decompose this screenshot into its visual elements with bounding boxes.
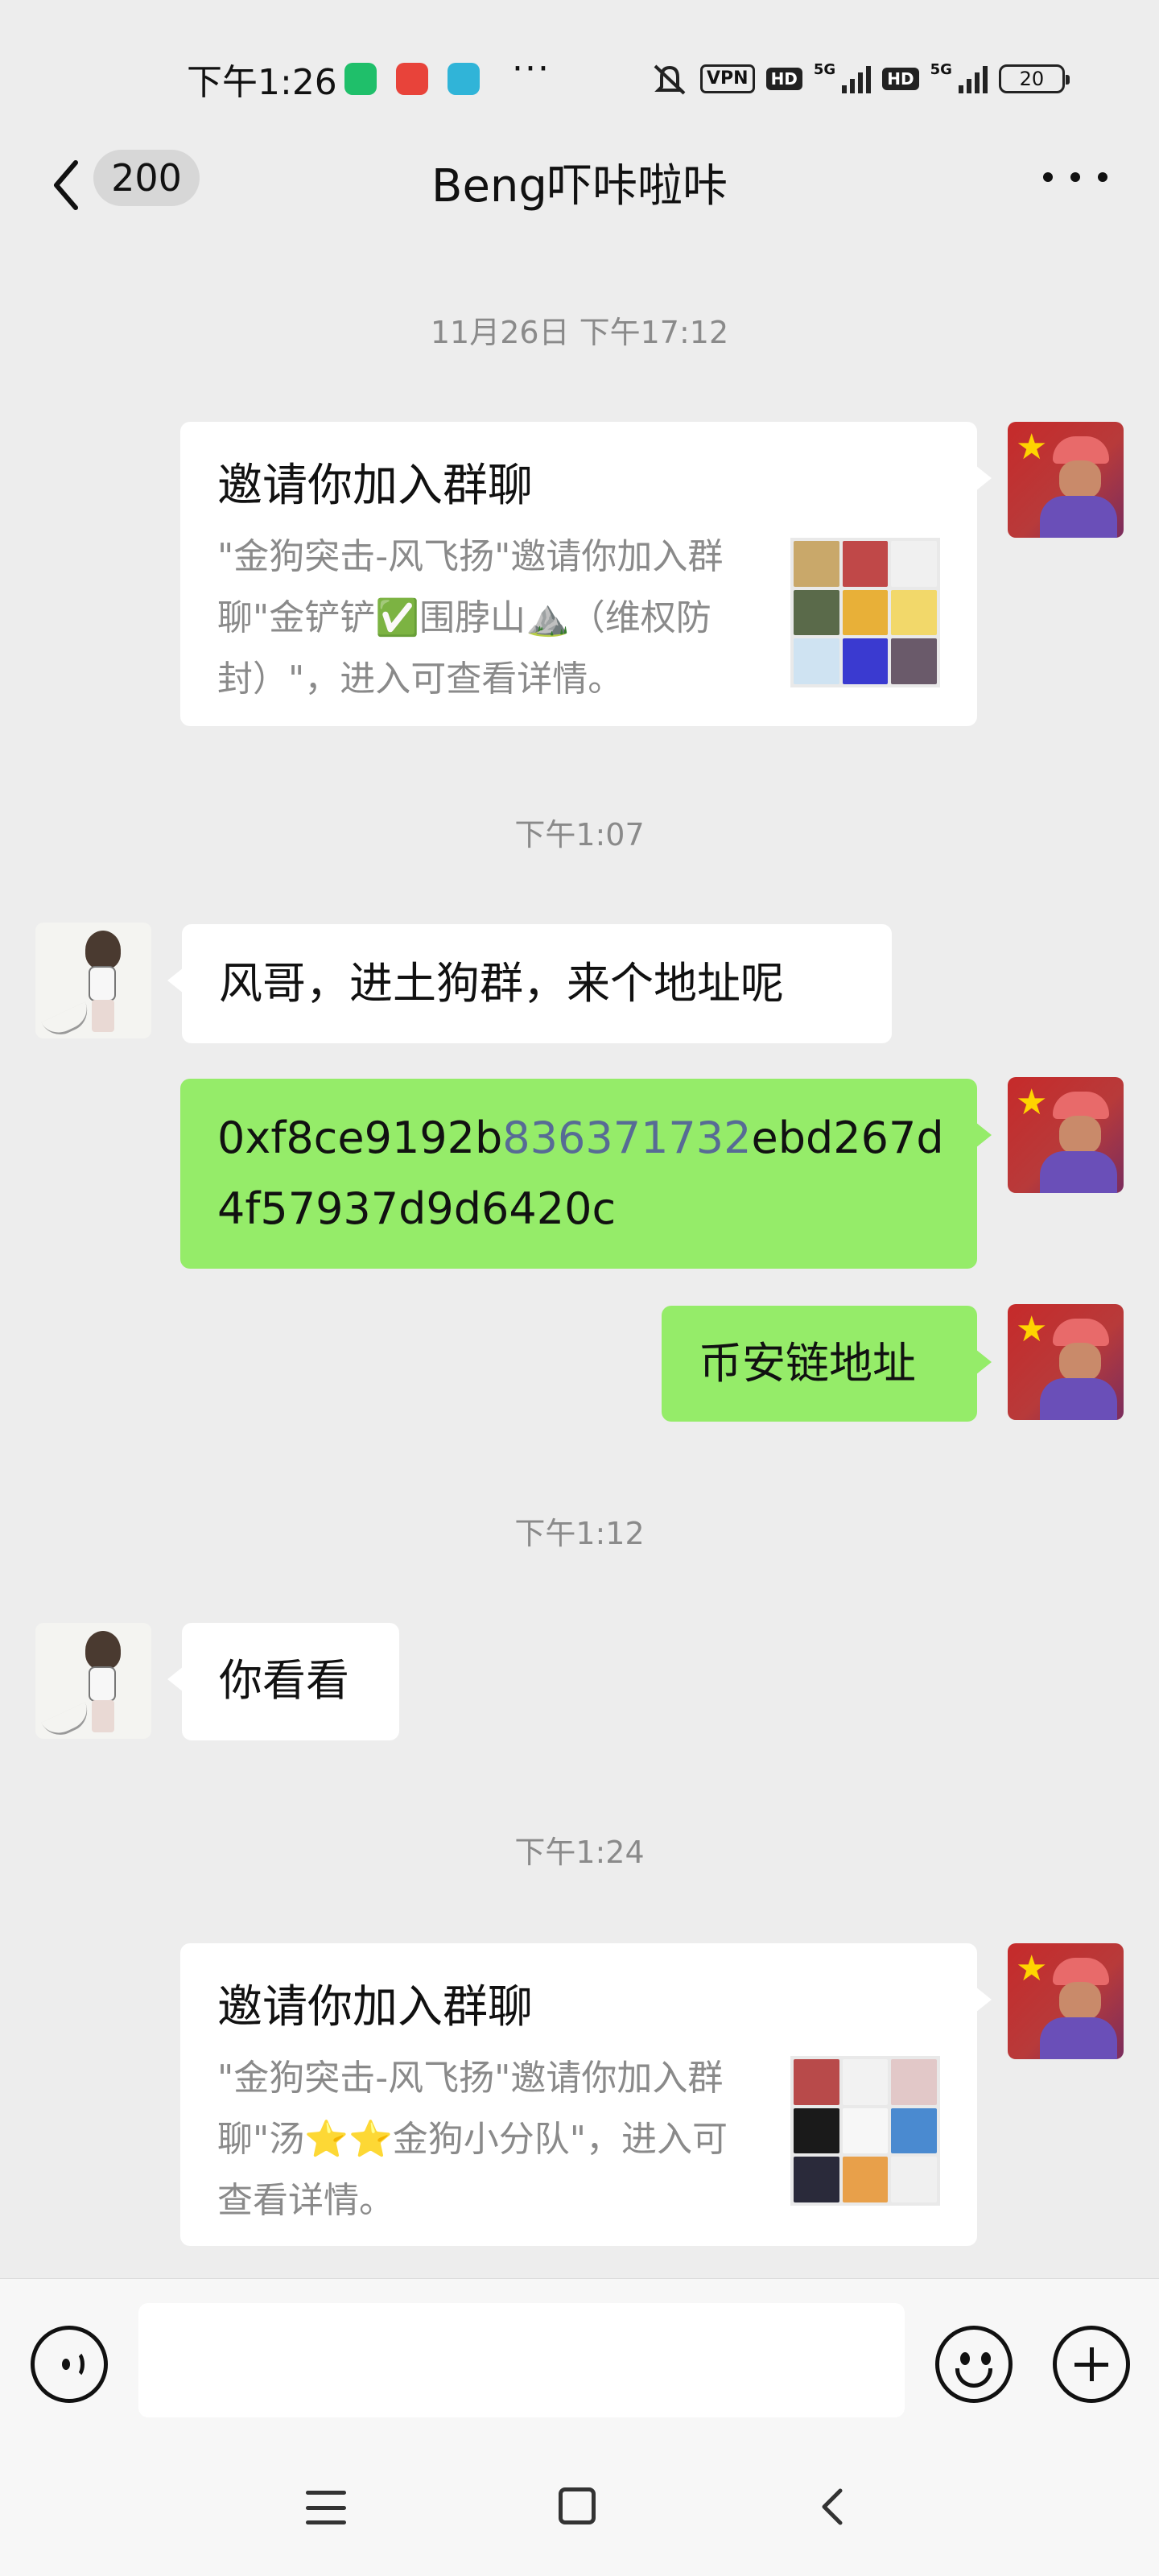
chat-title: Beng吓咔啦咔 — [431, 160, 728, 213]
vpn-badge: VPN — [700, 64, 755, 93]
timestamp: 11月26日 下午17:12 — [430, 315, 729, 350]
hd-badge-2: HD — [882, 68, 919, 90]
my-avatar[interactable]: ★ — [1008, 1943, 1124, 2059]
my-avatar[interactable]: ★ — [1008, 1304, 1124, 1420]
plus-icon[interactable] — [1053, 2326, 1130, 2403]
invite-title: 邀请你加入群聊 — [217, 460, 533, 512]
network-type: 5G — [813, 61, 836, 78]
recent-apps-icon[interactable] — [306, 2491, 346, 2524]
my-avatar[interactable]: ★ — [1008, 422, 1124, 538]
message-bubble[interactable]: 币安链地址 — [662, 1306, 992, 1422]
hd-badge: HD — [765, 68, 802, 90]
signal-icon — [842, 64, 872, 93]
message-bubble[interactable]: 你看看 — [167, 1623, 399, 1740]
timestamp: 下午1:12 — [514, 1516, 645, 1551]
group-avatar-grid — [790, 2056, 940, 2206]
emoji-icon[interactable] — [935, 2326, 1013, 2403]
more-options-icon[interactable] — [1043, 161, 1107, 193]
battery-indicator: 20 — [998, 64, 1070, 93]
c-app-icon — [396, 63, 428, 95]
system-navigation-bar — [0, 2439, 1159, 2576]
group-avatar-grid — [790, 538, 940, 687]
group-invite-card[interactable]: 邀请你加入群聊 "金狗突击-风飞扬"邀请你加入群聊"金铲铲✅围脖山⛰️（维权防封… — [180, 422, 992, 726]
address-message-bubble[interactable]: 0xf8ce9192b836371732ebd267d4f57937d9d642… — [180, 1079, 992, 1269]
my-avatar[interactable]: ★ — [1008, 1077, 1124, 1193]
message-text: 币安链地址 — [699, 1338, 916, 1389]
shield-app-icon — [344, 63, 377, 95]
chat-header: 200 Beng吓咔啦咔 — [0, 129, 1159, 242]
system-back-icon[interactable] — [813, 2484, 853, 2529]
message-bubble[interactable]: 风哥，进土狗群，来个地址呢 — [167, 924, 892, 1043]
status-time: 下午1:26 — [187, 62, 337, 103]
address-number-link[interactable]: 836371732 — [502, 1113, 751, 1163]
contact-avatar[interactable] — [35, 1623, 151, 1739]
address-text-part: 0xf8ce9192b — [217, 1113, 503, 1163]
status-indicators: VPN HD 5G HD 5G 20 — [650, 61, 1070, 97]
invite-title: 邀请你加入群聊 — [217, 1981, 533, 2033]
timestamp: 下午1:24 — [514, 1835, 645, 1870]
more-notifications-icon: ··· — [512, 48, 551, 89]
invite-description: "金狗突击-风飞扬"邀请你加入群聊"汤⭐⭐金狗小分队"，进入可查看详情。 — [217, 2058, 728, 2221]
fish-app-icon — [448, 63, 480, 95]
message-input[interactable] — [138, 2303, 905, 2417]
voice-input-icon[interactable] — [31, 2326, 108, 2403]
message-text: 你看看 — [219, 1655, 349, 1706]
signal-icon-2 — [958, 64, 988, 93]
input-bar — [0, 2278, 1159, 2439]
home-icon[interactable] — [559, 2487, 596, 2524]
timestamp: 下午1:07 — [514, 817, 645, 852]
message-text: 风哥，进土狗群，来个地址呢 — [219, 958, 784, 1009]
mute-icon — [654, 64, 686, 95]
invite-description: "金狗突击-风飞扬"邀请你加入群聊"金铲铲✅围脖山⛰️（维权防封）"，进入可查看… — [217, 536, 724, 700]
contact-avatar[interactable] — [35, 923, 151, 1038]
group-invite-card[interactable]: 邀请你加入群聊 "金狗突击-风飞扬"邀请你加入群聊"汤⭐⭐金狗小分队"，进入可查… — [180, 1943, 992, 2246]
network-type-2: 5G — [930, 61, 952, 78]
